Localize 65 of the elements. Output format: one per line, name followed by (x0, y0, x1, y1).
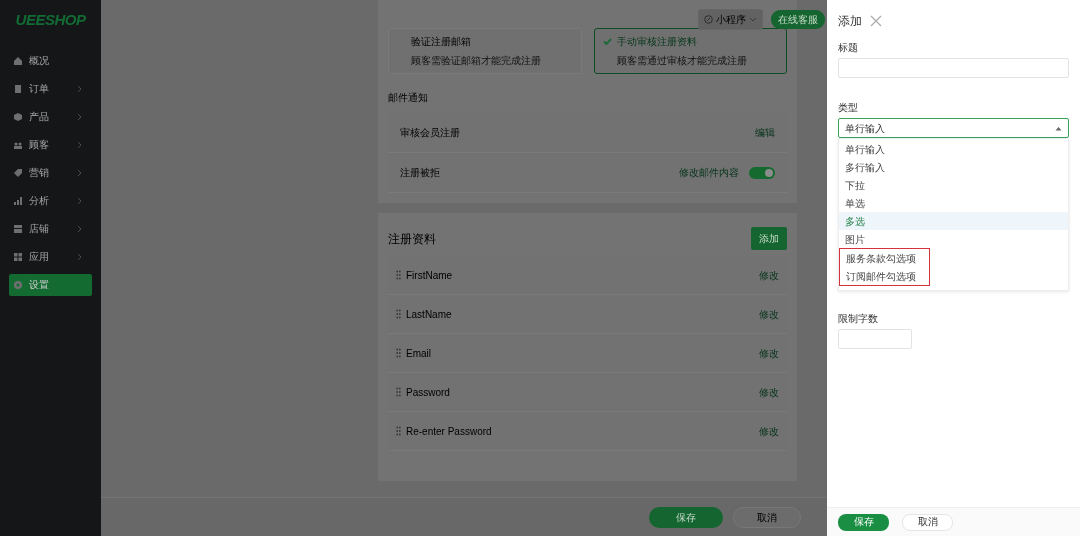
sidebar-item[interactable]: 应用 (9, 245, 92, 268)
store-icon (13, 223, 23, 234)
drawer-title: 添加 (838, 13, 862, 30)
field-label: LastName (406, 307, 452, 322)
caret-up-icon (1055, 125, 1062, 131)
save-button[interactable]: 保存 (649, 506, 723, 528)
input-field[interactable] (838, 58, 1069, 78)
option-description: 顾客需验证邮箱才能完成注册 (410, 54, 542, 68)
bar-chart-icon (13, 195, 23, 206)
dropdown-option[interactable]: 单选 (839, 194, 1068, 212)
option-card[interactable]: 手动审核注册资料 顾客需通过审核才能完成注册 (593, 28, 787, 74)
option-description: 顾客需通过审核才能完成注册 (615, 54, 748, 68)
sidebar-item[interactable]: 订单 (9, 77, 92, 100)
field-label: Email (406, 346, 431, 361)
close-icon (870, 15, 882, 27)
sidebar-item[interactable]: 顾客 (9, 133, 92, 156)
sidebar-item[interactable]: 分析 (9, 189, 92, 212)
sidebar-item[interactable]: 产品 (9, 105, 92, 128)
online-service-button[interactable]: 在线客服 (771, 10, 825, 29)
compass-icon (704, 15, 713, 24)
option-title: 验证注册邮箱 (411, 35, 471, 49)
sidebar-item[interactable]: 设置 (9, 273, 92, 296)
field-label: Password (406, 385, 450, 400)
toggle-switch[interactable] (749, 166, 775, 179)
caret-icon (749, 17, 757, 22)
cancel-button[interactable]: 取消 (733, 506, 801, 528)
box-icon (13, 111, 23, 122)
logo: UEESHOP (14, 10, 87, 30)
section-title: 注册资料 (388, 230, 436, 248)
sidebar-item[interactable]: 营销 (9, 161, 92, 184)
select-field[interactable]: 单行输入 (838, 118, 1069, 138)
drag-handle-icon (396, 387, 401, 397)
cancel-button[interactable]: 取消 (902, 513, 953, 531)
field-label: 标题 (838, 41, 859, 55)
option-card[interactable]: 验证注册邮箱 顾客需验证邮箱才能完成注册 (388, 28, 582, 74)
notice-label: 审核会员注册 (400, 126, 460, 140)
tag-icon (13, 167, 23, 178)
dropdown-option[interactable]: 服务条款勾选项 (840, 249, 929, 267)
sidebar-item[interactable]: 店铺 (9, 217, 92, 240)
check-icon (602, 38, 612, 45)
home-icon (13, 55, 23, 66)
field-label: FirstName (406, 268, 453, 283)
option-title: 手动审核注册资料 (616, 35, 697, 49)
drag-handle-icon (396, 270, 401, 280)
dropdown-option[interactable]: 多选 (839, 212, 1068, 230)
drag-handle-icon (396, 309, 401, 319)
field-label: Re-enter Password (406, 424, 492, 439)
dropdown-option[interactable]: 单行输入 (839, 140, 1068, 158)
dropdown-option[interactable]: 图片 (839, 230, 1068, 248)
sidebar-item[interactable]: 概况 (9, 49, 92, 72)
section-heading: 邮件通知 (388, 91, 429, 105)
drag-handle-icon (396, 348, 401, 358)
notice-label: 注册被拒 (400, 166, 440, 180)
dropdown-option[interactable]: 多行输入 (839, 158, 1068, 176)
dropdown-option[interactable]: 下拉 (839, 176, 1068, 194)
dropdown-option[interactable]: 订阅邮件勾选项 (840, 267, 929, 285)
save-button[interactable]: 保存 (838, 513, 889, 531)
settings-icon (13, 279, 23, 290)
field-label: 类型 (838, 101, 859, 115)
grid-icon (13, 251, 23, 262)
input-field[interactable] (838, 329, 912, 349)
field-label: 限制字数 (838, 312, 879, 326)
add-button[interactable]: 添加 (751, 227, 787, 250)
drag-handle-icon (396, 426, 401, 436)
clipboard-icon (13, 83, 23, 94)
